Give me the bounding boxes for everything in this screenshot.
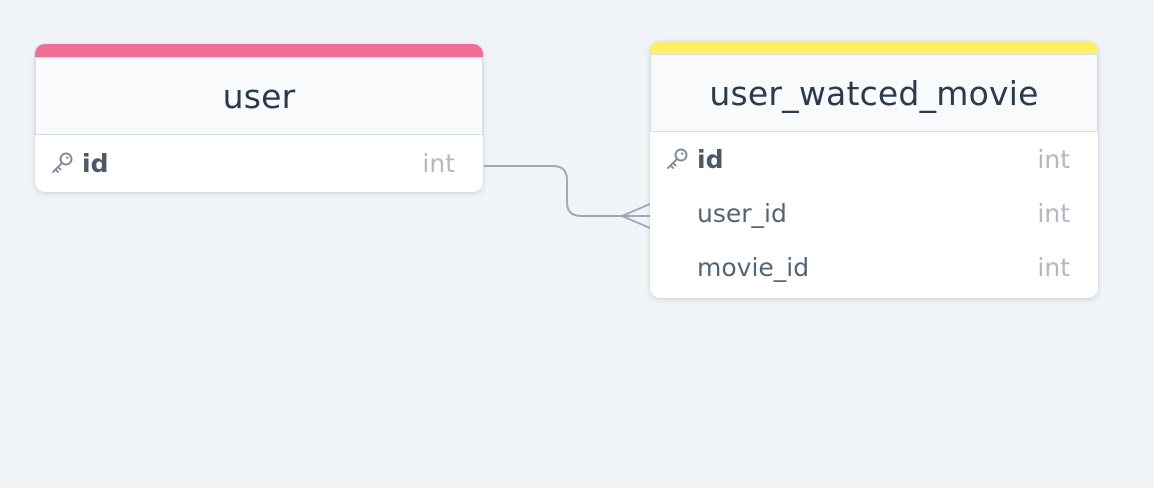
field-row-id[interactable]: id int: [650, 132, 1098, 186]
field-name: id: [697, 144, 724, 174]
table-title: user_watced_movie: [709, 73, 1039, 113]
table-accent-bar: [650, 41, 1098, 54]
field-type: int: [422, 148, 455, 178]
diagram-canvas[interactable]: user id int user_watced_movie id int use…: [0, 0, 1154, 488]
key-icon: [52, 152, 73, 173]
table-user-watced-movie[interactable]: user_watced_movie id int user_id int mov…: [650, 41, 1098, 298]
field-type: int: [1037, 144, 1070, 174]
field-row-user-id[interactable]: user_id int: [650, 186, 1098, 240]
field-name: movie_id: [697, 252, 810, 282]
table-accent-bar: [35, 44, 483, 57]
table-header[interactable]: user: [35, 57, 483, 135]
table-header[interactable]: user_watced_movie: [650, 54, 1098, 132]
field-type: int: [1037, 198, 1070, 228]
field-row-id[interactable]: id int: [35, 135, 483, 191]
relationship-line: [484, 165, 650, 217]
table-user[interactable]: user id int: [35, 44, 483, 192]
table-title: user: [222, 76, 296, 116]
field-type: int: [1037, 252, 1070, 282]
key-icon: [667, 148, 688, 169]
field-row-movie-id[interactable]: movie_id int: [650, 240, 1098, 294]
field-name: id: [82, 148, 109, 178]
crows-foot-marker: [619, 203, 651, 229]
field-name: user_id: [697, 198, 787, 228]
